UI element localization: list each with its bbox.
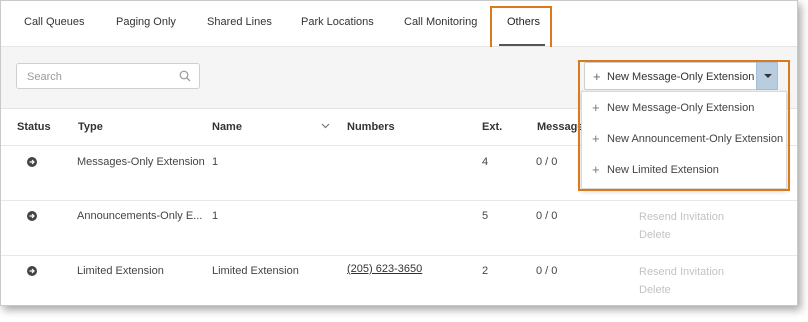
row-ext: 4 xyxy=(482,156,489,168)
tab-highlight-box xyxy=(490,6,552,49)
search-box xyxy=(16,63,200,89)
row-ext: 2 xyxy=(482,265,489,277)
tab-call-monitoring[interactable]: Call Monitoring xyxy=(404,16,477,28)
delete-link[interactable]: Delete xyxy=(639,229,671,241)
row-name: 1 xyxy=(212,156,219,168)
table-row[interactable]: Announcements-Only E... 1 5 0 / 0 Resend… xyxy=(1,201,797,256)
row-type: Limited Extension xyxy=(77,265,164,277)
row-type: Messages-Only Extension xyxy=(77,156,205,168)
row-ext: 5 xyxy=(482,210,489,222)
row-messages: 0 / 0 xyxy=(536,210,558,222)
arrow-right-circle-icon[interactable] xyxy=(27,157,37,167)
row-messages: 0 / 0 xyxy=(536,156,558,168)
column-header-name[interactable]: Name xyxy=(212,121,242,133)
search-input[interactable] xyxy=(25,65,179,89)
arrow-right-circle-icon[interactable] xyxy=(27,266,37,276)
chevron-down-icon[interactable] xyxy=(321,123,330,129)
column-header-messages: Message xyxy=(537,121,584,133)
tab-park-locations[interactable]: Park Locations xyxy=(301,16,374,28)
resend-invitation-link[interactable]: Resend Invitation xyxy=(639,211,724,223)
column-header-type: Type xyxy=(78,121,103,133)
app-window: Call Queues Paging Only Shared Lines Par… xyxy=(0,0,798,306)
tab-shared-lines[interactable]: Shared Lines xyxy=(207,16,272,28)
dropdown-highlight-box xyxy=(578,60,790,191)
row-name: 1 xyxy=(212,210,219,222)
row-messages: 0 / 0 xyxy=(536,265,558,277)
table-row[interactable]: Limited Extension Limited Extension (205… xyxy=(1,256,797,305)
column-header-status: Status xyxy=(17,121,51,133)
resend-invitation-link[interactable]: Resend Invitation xyxy=(639,266,724,278)
phone-number-link[interactable]: (205) 623-3650 xyxy=(347,263,422,275)
column-header-numbers: Numbers xyxy=(347,121,395,133)
row-type: Announcements-Only E... xyxy=(77,210,203,222)
arrow-right-circle-icon[interactable] xyxy=(27,211,37,221)
tab-paging-only[interactable]: Paging Only xyxy=(116,16,176,28)
column-header-ext: Ext. xyxy=(482,121,503,133)
delete-link[interactable]: Delete xyxy=(639,284,671,296)
tab-bar: Call Queues Paging Only Shared Lines Par… xyxy=(1,1,797,47)
tab-call-queues[interactable]: Call Queues xyxy=(24,16,85,28)
search-icon[interactable] xyxy=(179,70,191,82)
row-name: Limited Extension xyxy=(212,265,299,277)
